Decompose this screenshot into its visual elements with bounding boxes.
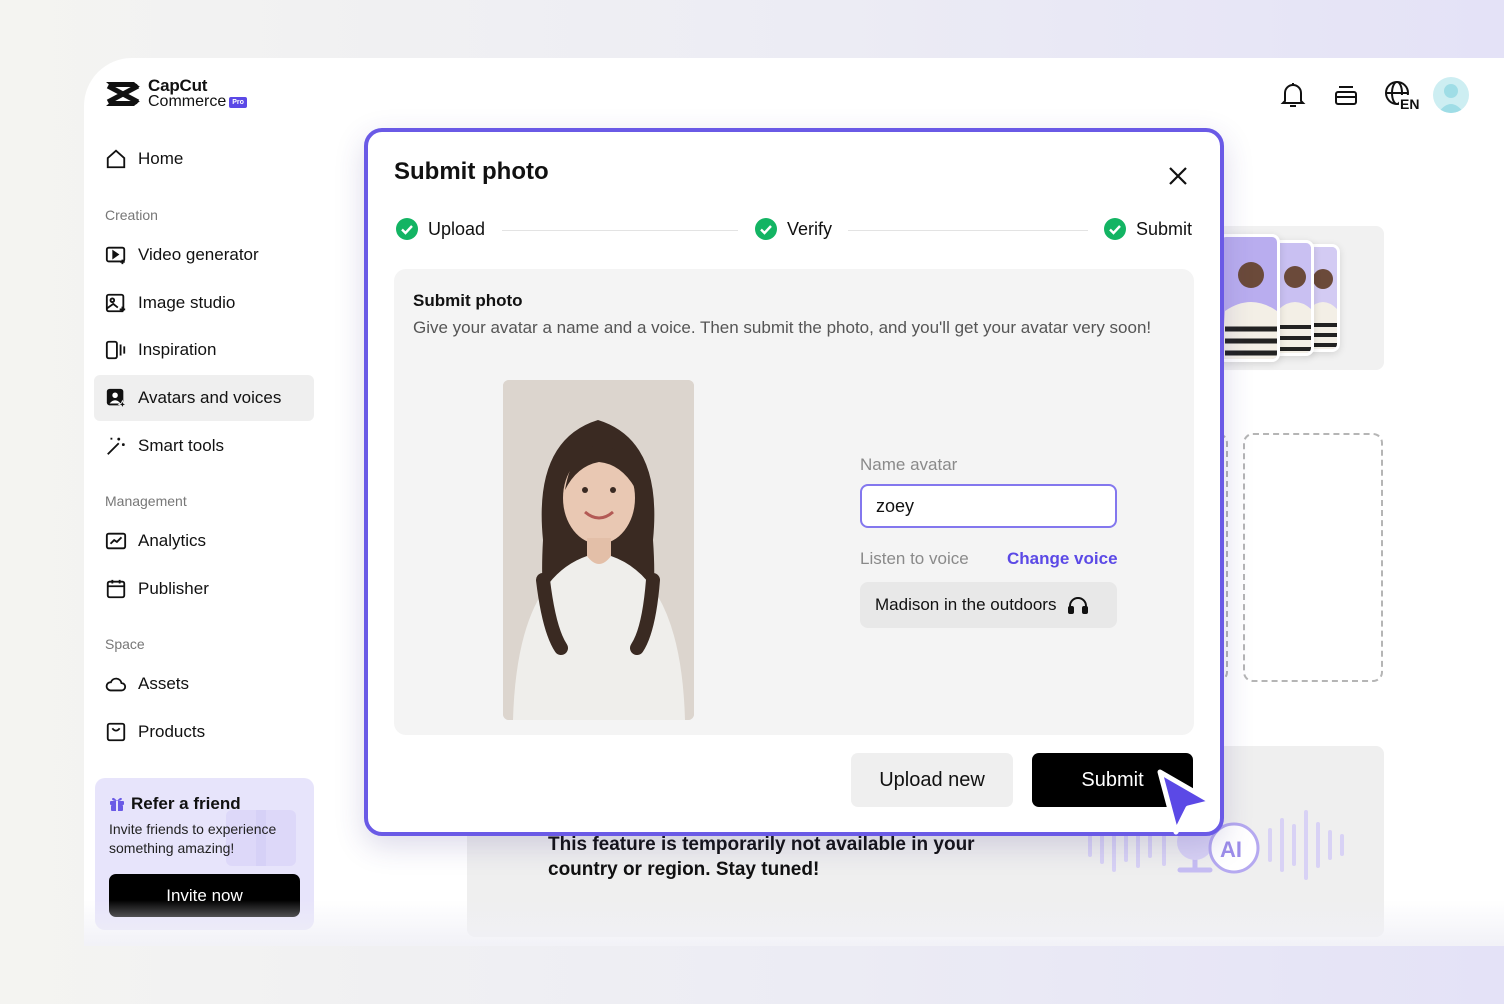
sidebar-item-label: Avatars and voices	[138, 388, 282, 407]
step-label: Verify	[787, 218, 833, 239]
step-connector	[502, 230, 738, 231]
close-button[interactable]	[1162, 160, 1194, 192]
avatar-icon	[106, 388, 127, 409]
empty-avatar-slot[interactable]	[1243, 433, 1383, 682]
sidebar-item-label: Image studio	[138, 293, 236, 312]
language-icon: EN	[1385, 81, 1421, 111]
sidebar-item-label: Inspiration	[138, 340, 217, 359]
section-label-management: Management	[105, 493, 187, 509]
cloud-icon	[105, 677, 127, 692]
user-avatar[interactable]	[1433, 77, 1469, 113]
check-circle-icon	[1104, 218, 1126, 240]
avatar-thumbnail[interactable]	[1218, 234, 1280, 362]
bag-icon	[106, 722, 126, 742]
refer-description: Invite friends to experience something a…	[109, 821, 277, 856]
sidebar-item-analytics[interactable]: Analytics	[94, 518, 314, 564]
change-voice-link[interactable]: Change voice	[1007, 549, 1118, 569]
sidebar-item-label: Products	[138, 722, 206, 741]
step-connector	[848, 230, 1088, 231]
sidebar-item-label: Publisher	[138, 579, 209, 598]
pro-badge: Pro	[229, 96, 247, 108]
language-button[interactable]: EN	[1382, 78, 1422, 112]
headphones-icon	[1068, 597, 1089, 614]
capcut-commerce-logo[interactable]: CapCut Commerce Pro	[104, 76, 247, 110]
step-upload: Upload	[396, 218, 485, 240]
sidebar-item-label: Analytics	[138, 531, 207, 550]
inspiration-icon	[105, 340, 126, 360]
layers-icon	[1335, 86, 1357, 105]
close-icon	[1169, 167, 1187, 185]
step-submit: Submit	[1104, 218, 1192, 240]
section-title: Submit photo	[413, 291, 523, 310]
voice-name: Madison in the outdoors	[875, 595, 1057, 614]
sidebar-item-smart-tools[interactable]: Smart tools	[94, 423, 314, 469]
home-icon	[106, 149, 126, 169]
section-label-space: Space	[105, 636, 145, 652]
sidebar-item-label: Home	[138, 149, 184, 168]
section-description: Give your avatar a name and a voice. The…	[413, 318, 1152, 337]
name-avatar-input[interactable]	[860, 484, 1117, 528]
sidebar-item-inspiration[interactable]: Inspiration	[94, 327, 314, 373]
sidebar-item-image-studio[interactable]: Image studio	[94, 280, 314, 326]
refer-a-friend-card: Refer a friend Invite friends to experie…	[95, 778, 314, 930]
capcut-logo-icon	[106, 82, 140, 106]
modal-title: Submit photo	[394, 158, 549, 185]
layers-button[interactable]	[1329, 78, 1363, 112]
image-studio-icon	[105, 293, 126, 313]
video-generator-icon	[105, 246, 126, 265]
sidebar-item-home[interactable]: Home	[94, 136, 314, 182]
bell-icon	[1280, 83, 1306, 107]
analytics-icon	[105, 532, 127, 550]
sidebar-item-avatars-and-voices[interactable]: Avatars and voices	[94, 375, 314, 421]
brand-name: CapCut	[148, 76, 208, 95]
sidebar-item-assets[interactable]: Assets	[94, 661, 314, 707]
section-label-creation: Creation	[105, 207, 158, 223]
voice-preview-button[interactable]: Madison in the outdoors	[860, 582, 1117, 628]
invite-now-button[interactable]: Invite now	[109, 874, 300, 917]
magic-wand-icon	[107, 437, 125, 455]
name-avatar-label: Name avatar	[860, 455, 958, 474]
sidebar-item-products[interactable]: Products	[94, 709, 314, 755]
submit-photo-section: Submit photo Give your avatar a name and…	[394, 269, 1194, 735]
step-verify: Verify	[755, 218, 832, 240]
gift-icon	[110, 797, 124, 811]
submit-photo-modal: Submit photo Upload Verify Submit Submit…	[364, 128, 1224, 836]
listen-to-voice-label: Listen to voice	[860, 549, 969, 568]
check-circle-icon	[396, 218, 418, 240]
unavailable-message: This feature is temporarily not availabl…	[548, 834, 975, 880]
step-label: Upload	[428, 218, 486, 239]
sidebar-item-video-generator[interactable]: Video generator	[94, 232, 314, 278]
refer-title: Refer a friend	[131, 794, 241, 813]
sidebar-item-label: Assets	[138, 674, 190, 693]
sidebar-item-label: Video generator	[138, 245, 259, 264]
sidebar-item-publisher[interactable]: Publisher	[94, 566, 314, 612]
calendar-icon	[106, 579, 126, 599]
mouse-pointer-icon	[1157, 769, 1215, 835]
sidebar-item-label: Smart tools	[138, 436, 224, 455]
check-circle-icon	[755, 218, 777, 240]
uploaded-photo	[503, 380, 694, 720]
notifications-button[interactable]	[1276, 78, 1310, 112]
portrait-image	[503, 380, 694, 720]
step-label: Submit	[1136, 218, 1193, 239]
upload-new-button[interactable]: Upload new	[851, 753, 1013, 807]
language-code: EN	[1400, 96, 1419, 111]
ai-badge-text: AI	[1220, 837, 1242, 862]
user-avatar-icon	[1438, 84, 1464, 113]
brand-subname: Commerce	[148, 93, 227, 110]
